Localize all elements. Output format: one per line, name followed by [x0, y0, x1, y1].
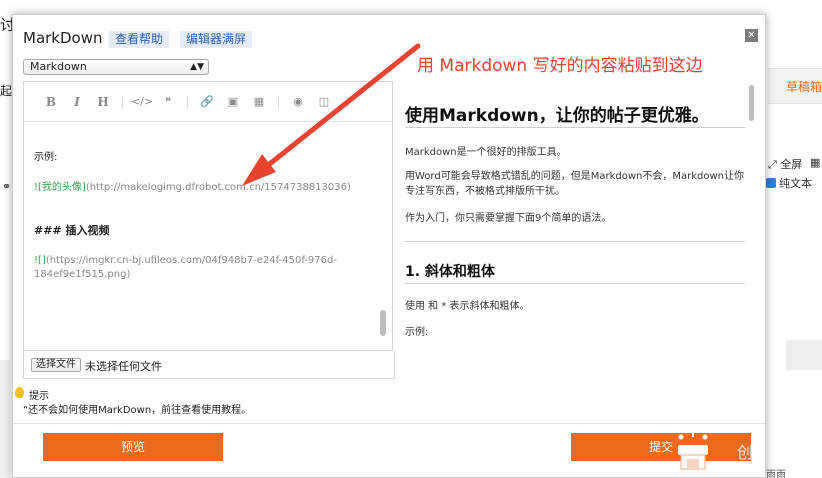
- grid-icon[interactable]: ▦: [810, 156, 820, 169]
- hint-title: 提示: [29, 391, 49, 402]
- footer-divider: [13, 423, 765, 424]
- editor-fullscreen-toggle[interactable]: ⤢ 全屏: [768, 156, 802, 172]
- editor-fullscreen-button[interactable]: 编辑器满屏: [180, 31, 253, 48]
- expand-icon: ⤢: [768, 158, 777, 171]
- plain-text-label: 纯文本: [779, 177, 812, 190]
- fullscreen-label: 全屏: [780, 158, 803, 171]
- link-icon[interactable]: 🔗: [194, 95, 220, 108]
- heading-icon[interactable]: H: [90, 95, 116, 109]
- page-bottom-fragment: 雨雨: [766, 470, 786, 478]
- annotation-text: 用 Markdown 写好的内容粘贴到这边: [417, 56, 703, 76]
- preview-paragraph: 作为入门，你只需要掌握下面9个简单的语法。: [405, 213, 612, 224]
- preview-scrollbar[interactable]: [749, 85, 754, 121]
- page-left-fragment: 起: [0, 84, 13, 98]
- preview-paragraph: Markdown是一个很好的排版工具。: [405, 147, 567, 158]
- bold-icon[interactable]: B: [38, 95, 64, 109]
- editor-heading: ### 插入视频: [34, 224, 110, 237]
- link-icon: ⚭: [2, 180, 12, 193]
- editor-scrollbar[interactable]: [380, 310, 386, 336]
- editor-image-url: (http://makelogimg.dfrobot.com.cn/157473…: [85, 182, 351, 193]
- image-icon[interactable]: ▣: [220, 95, 246, 108]
- editor-image-line: ![我的头像](http://makelogimg.dfrobot.com.cn…: [34, 178, 351, 193]
- dialog-title: MarkDown: [23, 29, 103, 47]
- toolbar-divider: [278, 95, 279, 108]
- markdown-editor[interactable]: B I H </> ❝ 🔗 ▣ ▦ ◉ ◫ ⤢ 示例: ![我的头像](http…: [23, 81, 393, 351]
- file-status: 未选择任何文件: [85, 360, 162, 373]
- mode-select-value: Markdown: [30, 60, 87, 73]
- preview-section-title: 1. 斜体和粗体: [405, 264, 495, 280]
- plain-text-checkbox[interactable]: 纯文本: [766, 175, 812, 191]
- preview-example-label: 示例:: [405, 327, 429, 338]
- close-icon[interactable]: ✕: [745, 29, 758, 42]
- draft-box-link[interactable]: 草稿箱(: [786, 78, 822, 95]
- robot-mascot-icon: [678, 424, 708, 470]
- preview-title: 使用Markdown，让你的帖子更优雅。: [405, 106, 709, 126]
- page-top-bar: [0, 0, 822, 12]
- toolbar-divider: [122, 95, 123, 108]
- editor-video-line: ![](https://imgkr.cn-bj.ufileos.com/04f9…: [34, 254, 364, 282]
- editor-example-label: 示例:: [34, 152, 58, 163]
- preview-paragraph: 使用 和 * 表示斜体和粗体。: [405, 301, 530, 312]
- split-view-icon[interactable]: ◫: [311, 95, 337, 108]
- page-left-strip: [0, 360, 10, 478]
- mode-select[interactable]: Markdown ▲▼: [23, 59, 209, 75]
- toolbar-divider: [187, 95, 188, 108]
- preview-divider: [405, 283, 745, 284]
- lightbulb-icon: [15, 387, 24, 398]
- code-icon[interactable]: </>: [129, 95, 155, 108]
- help-button[interactable]: 查看帮助: [109, 31, 170, 48]
- preview-divider: [405, 241, 745, 242]
- markdown-preview: 使用Markdown，让你的帖子更优雅。 Markdown是一个很好的排版工具。…: [405, 81, 755, 351]
- preview-icon[interactable]: ◉: [285, 95, 311, 108]
- choose-file-button[interactable]: 选择文件: [31, 358, 81, 372]
- preview-button[interactable]: 预览: [43, 433, 223, 461]
- editor-video-text: ![]: [34, 255, 46, 266]
- quote-icon[interactable]: ❝: [155, 95, 181, 108]
- hint-text[interactable]: “还不会如何使用MarkDown，前往查看使用教程。: [23, 401, 251, 416]
- markdown-dialog: MarkDown 查看帮助 编辑器满屏 ✕ Markdown ▲▼ 用 Mark…: [12, 14, 766, 478]
- editor-toolbar: B I H </> ❝ 🔗 ▣ ▦ ◉ ◫ ⤢: [24, 82, 392, 122]
- watermark-text: 创: [737, 443, 754, 462]
- editor-video-url: (https://imgkr.cn-bj.ufileos.com/04f948b…: [34, 255, 337, 280]
- chevron-updown-icon: ▲▼: [190, 62, 204, 72]
- preview-paragraph: 用Word可能会导致格式错乱的问题，但是Markdown不会，Markdown让…: [405, 171, 744, 197]
- fullscreen-icon[interactable]: ⤢: [337, 95, 363, 109]
- italic-icon[interactable]: I: [64, 95, 90, 109]
- table-icon[interactable]: ▦: [246, 95, 272, 108]
- checkbox-checked-icon: [766, 178, 776, 188]
- preview-divider: [405, 127, 745, 128]
- editor-image-text: ![我的头像]: [34, 182, 86, 193]
- submit-button[interactable]: 提交: [571, 433, 751, 461]
- page-scrollbar[interactable]: [786, 340, 822, 370]
